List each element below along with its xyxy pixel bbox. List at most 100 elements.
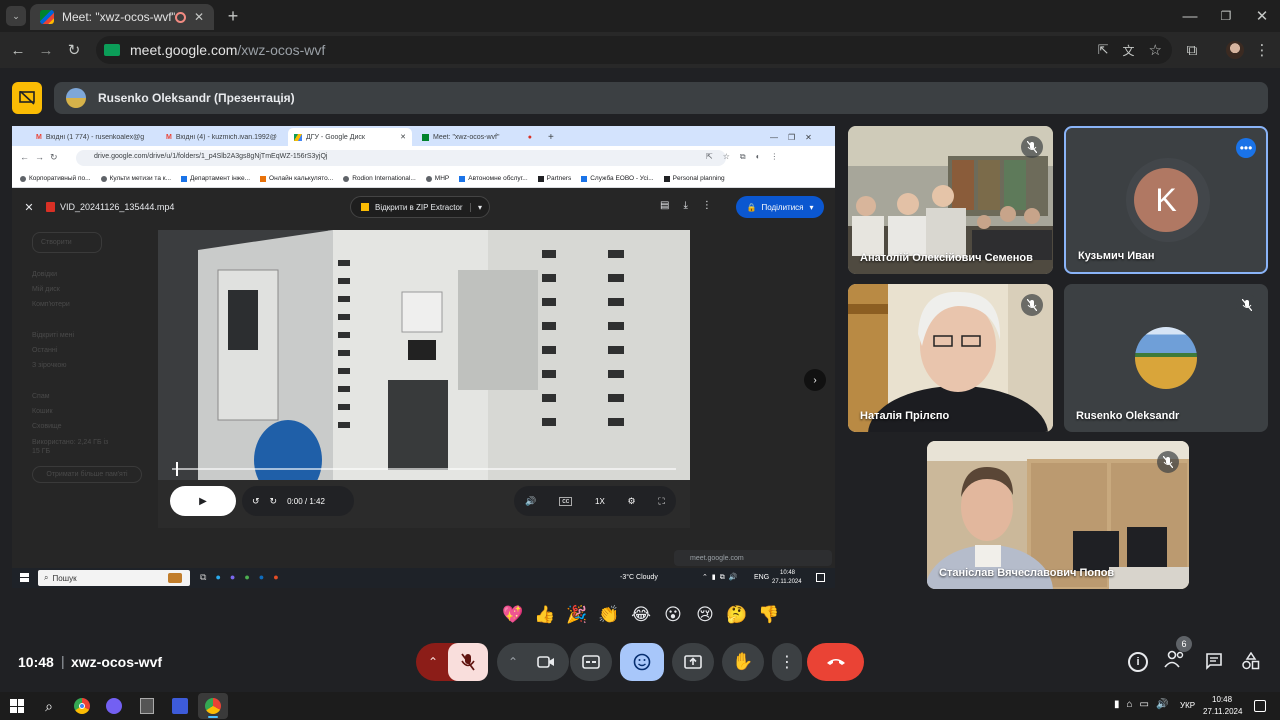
reaction-party[interactable]: 🎉 (564, 602, 590, 628)
camera-toggle-button[interactable] (526, 643, 566, 681)
bookmark-star-icon[interactable]: ☆ (1149, 41, 1162, 59)
tab-meet[interactable]: Meet: "xwz-ocos-wvf" ✕ (30, 4, 214, 30)
taskbar-lang[interactable]: УКР (1180, 701, 1195, 710)
reactions-button[interactable] (620, 643, 664, 681)
inner-clock-date: 27.11.2024 (772, 579, 802, 585)
inner-new-tab: + (548, 131, 554, 143)
stop-presenting-button[interactable] (12, 82, 42, 114)
shapes-icon (1242, 651, 1260, 670)
participant-tile[interactable]: Станіслав Вячеславович Попов (927, 441, 1189, 589)
participant-tile[interactable]: Анатолій Олексійович Семенов (848, 126, 1053, 274)
chrome-menu-icon[interactable]: ⋮ (1255, 40, 1270, 60)
bookmark: Partners (537, 175, 571, 182)
captions-button[interactable] (570, 643, 612, 681)
raise-hand-button[interactable]: ✋ (722, 643, 764, 681)
profile-avatar[interactable] (1226, 41, 1244, 59)
reaction-surprised[interactable]: 😮 (660, 602, 686, 628)
chat-button[interactable] (1205, 652, 1225, 672)
bookmark: Автономне обслуг... (459, 175, 528, 182)
bookmark: Департамент інже... (181, 175, 250, 182)
presenter-name: Rusenko Oleksandr (Презентація) (98, 91, 295, 105)
translate-icon[interactable]: 文 (1123, 42, 1135, 59)
activities-button[interactable] (1242, 651, 1262, 672)
recording-icon (174, 11, 186, 23)
new-tab-button[interactable]: + (222, 5, 244, 27)
tab-title: Meet: "xwz-ocos-wvf" (62, 10, 175, 24)
taskbar-date[interactable]: 27.11.2024 (1203, 707, 1242, 716)
play-button: ▶ (170, 486, 236, 516)
participant-tile[interactable]: Наталія Прілєпо (848, 284, 1053, 432)
gmail-icon: M (36, 133, 42, 141)
inner-tray-icons: ⌃▮⧉🔊 (702, 574, 742, 581)
participant-tile[interactable]: Rusenko Oleksandr (1064, 284, 1268, 432)
reaction-sad[interactable]: 😢 (692, 602, 718, 628)
participant-name: Наталія Прілєпо (860, 410, 950, 422)
drive-icon (294, 133, 302, 141)
presenter-avatar (66, 88, 86, 108)
inner-notification-icon (816, 573, 825, 582)
url-path: /xwz-ocos-wvf (237, 42, 326, 58)
briefcase-icon (168, 573, 182, 583)
participant-name: Кузьмич Иван (1078, 250, 1155, 262)
reaction-laugh[interactable]: 😂 (628, 602, 654, 628)
microphone-toggle-button[interactable] (448, 643, 488, 681)
inner-tab-gmail-1: M Вхідні (1 774) - rusenkoalex@g (30, 128, 158, 146)
volume-icon: 🔊 (525, 495, 537, 506)
mic-off-icon (1021, 136, 1043, 158)
url-domain: meet.google.com (130, 42, 238, 58)
save-taskbar-icon[interactable] (172, 698, 188, 714)
back-icon[interactable]: ← (8, 40, 28, 60)
bookmark: Культи метизи та к... (100, 175, 171, 182)
chat-icon (1206, 653, 1222, 670)
inner-window-controls: —❐✕ (770, 132, 822, 142)
address-bar[interactable]: meet.google.com /xwz-ocos-wvf ⇱ 文 ☆ (96, 36, 1172, 64)
search-icon[interactable]: ⌕ (40, 697, 58, 715)
reload-icon[interactable]: ↻ (64, 40, 84, 60)
present-screen-button[interactable] (672, 643, 714, 681)
leave-call-button[interactable] (807, 643, 864, 681)
bookmark: Онлайн калькулято... (260, 175, 333, 182)
settings-icon: ⚙ (627, 495, 636, 506)
reaction-heart[interactable]: 💖 (500, 602, 526, 628)
meeting-info-icon[interactable]: i (1128, 652, 1148, 672)
fullscreen-icon: ⛶ (658, 495, 665, 506)
chrome-active-taskbar-icon[interactable] (198, 693, 228, 719)
avatar (1135, 327, 1197, 389)
participant-name: Анатолій Олексійович Семенов (860, 252, 1033, 264)
open-in-app-icon[interactable]: ⇱ (1098, 42, 1109, 58)
taskbar-time[interactable]: 10:48 (1212, 695, 1232, 704)
shared-screen: M Вхідні (1 774) - rusenkoalex@g M Вхідні … (12, 126, 835, 588)
reaction-clap[interactable]: 👏 (596, 602, 622, 628)
chrome-taskbar-icon[interactable] (74, 698, 90, 714)
presenter-bar: Rusenko Oleksandr (Презентація) (54, 82, 1268, 114)
reaction-thumbs-up[interactable]: 👍 (532, 602, 558, 628)
video-progress-track (172, 468, 676, 470)
close-tab-icon[interactable]: ✕ (194, 10, 204, 24)
maximize-icon[interactable]: ❐ (1214, 6, 1238, 26)
emoji-icon (633, 653, 651, 671)
notifications-icon[interactable] (1254, 700, 1266, 712)
close-window-icon[interactable]: ✕ (1250, 6, 1274, 26)
camera-icon (537, 656, 554, 668)
video-scrubber (176, 462, 178, 476)
forward-icon[interactable]: → (36, 40, 56, 60)
meeting-time: 10:48 (18, 654, 54, 670)
drive-sidebar: Створити Довідки Мій диск Комп'ютери Від… (32, 232, 152, 483)
tab-search-icon[interactable]: ⌄ (6, 6, 26, 26)
reaction-thumbs-down[interactable]: 👎 (756, 602, 782, 628)
more-options-button[interactable]: ⋮ (772, 643, 802, 681)
extensions-icon[interactable]: ⧉ (1182, 40, 1202, 60)
windows-start-icon[interactable] (10, 699, 24, 713)
inner-windows-taskbar: ⌕ Пошук ⧉●●●●● -3°C Cloudy ⌃▮⧉🔊 ENG 10:48… (12, 568, 835, 588)
reaction-thinking[interactable]: 🤔 (724, 602, 750, 628)
browser-toolbar: ← → ↻ meet.google.com /xwz-ocos-wvf ⇱ 文 … (0, 32, 1280, 68)
calculator-taskbar-icon[interactable] (140, 698, 154, 714)
end-call-icon (826, 659, 845, 665)
people-button[interactable] (1164, 650, 1188, 674)
site-info-icon[interactable] (104, 44, 120, 56)
viber-taskbar-icon[interactable] (106, 698, 122, 714)
bookmark: МНР (425, 175, 449, 182)
minimize-icon[interactable]: — (1178, 6, 1202, 26)
participant-tile-active[interactable]: K ••• Кузьмич Иван (1064, 126, 1268, 274)
more-options-button[interactable]: ••• (1236, 138, 1256, 158)
